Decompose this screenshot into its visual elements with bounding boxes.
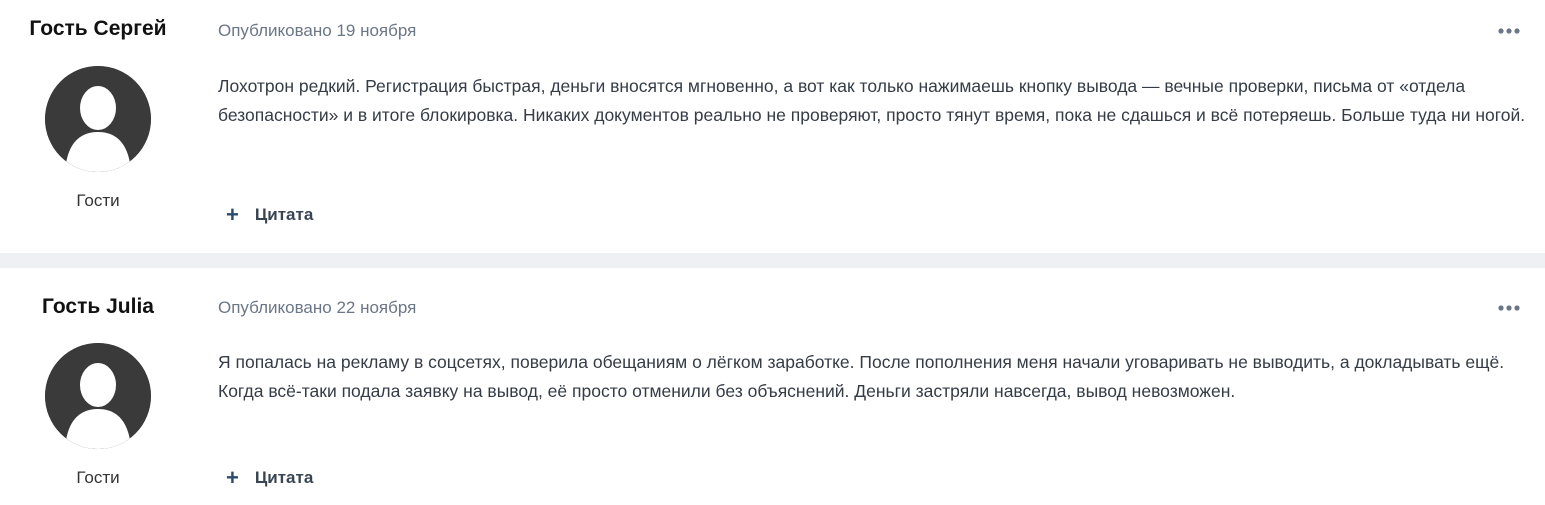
author-name[interactable]: Гость Julia <box>0 295 196 319</box>
post-divider <box>0 253 1545 268</box>
avatar[interactable] <box>45 66 151 172</box>
quote-button[interactable]: + Цитата <box>226 467 313 489</box>
plus-icon: + <box>226 465 239 490</box>
author-group: Гости <box>76 191 120 210</box>
post-body: Лохотрон редкий. Регистрация быстрая, де… <box>218 76 1526 125</box>
author-group: Гости <box>76 468 120 487</box>
comment-post: Гость Julia Гости Опубликовано 22 ноября… <box>0 268 1545 505</box>
comment-post: Гость Сергей Гости Опубликовано 19 ноябр… <box>0 0 1545 253</box>
post-body: Я попалась на рекламу в соцсетях, повери… <box>218 352 1505 401</box>
post-date[interactable]: Опубликовано 22 ноября <box>218 298 416 318</box>
post-date[interactable]: Опубликовано 19 ноября <box>218 21 416 41</box>
quote-label: Цитата <box>254 205 314 224</box>
avatar[interactable] <box>45 343 151 449</box>
more-options-icon[interactable] <box>1497 26 1521 36</box>
author-name[interactable]: Гость Сергей <box>0 17 196 41</box>
quote-label: Цитата <box>254 468 314 487</box>
user-silhouette-icon <box>45 343 151 449</box>
more-options-icon[interactable] <box>1497 303 1521 313</box>
user-silhouette-icon <box>45 66 151 172</box>
comment-feed: Гость Сергей Гости Опубликовано 19 ноябр… <box>0 0 1545 505</box>
quote-button[interactable]: + Цитата <box>226 204 313 226</box>
plus-icon: + <box>226 202 239 227</box>
